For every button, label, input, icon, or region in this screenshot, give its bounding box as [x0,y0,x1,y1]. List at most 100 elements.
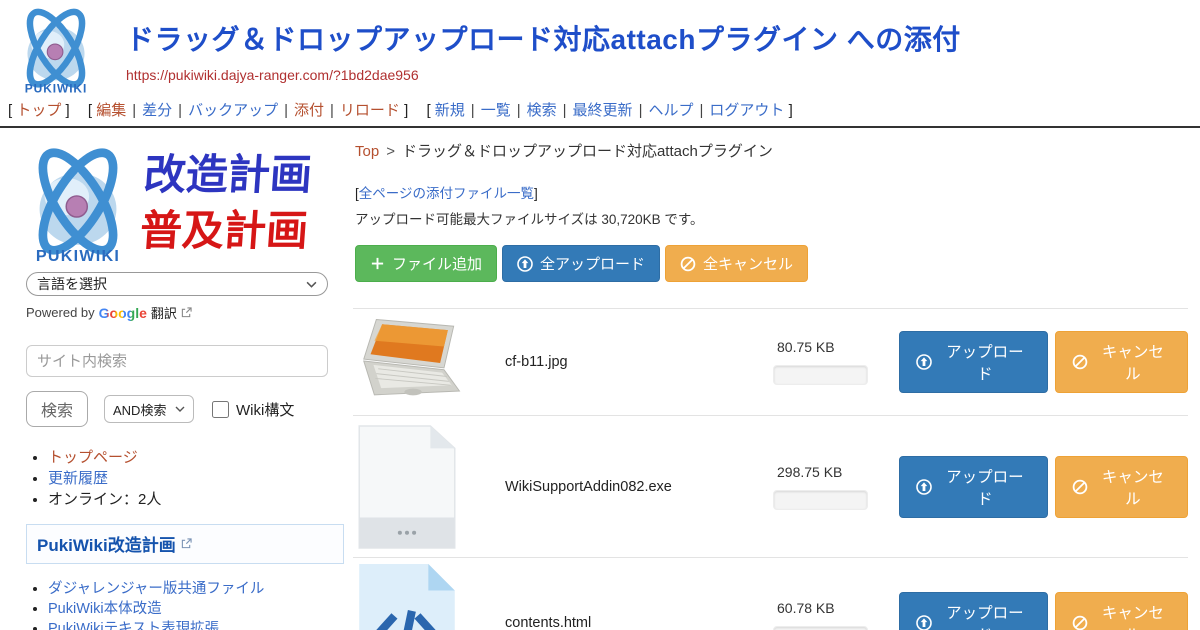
nav-item-top[interactable]: トップ [16,102,61,119]
pukiwiki-logo: PUKIWIKI [8,4,104,96]
laptop-photo-thumbnail [357,316,473,408]
nav-item-recent[interactable]: 最終更新 [573,102,633,119]
breadcrumb-current: ドラッグ＆ドロップアップロード対応attachプラグイン [402,143,773,160]
page-url-link[interactable]: https://pukiwiki.dajya-ranger.com/?1bd2d… [126,67,419,83]
sidebar-menu-top: トップページ 更新履歴 オンライン：2人 [48,447,345,510]
upload-icon [916,354,932,370]
file-row: WikiSupportAddin082.exe 298.75 KB アップロード [353,415,1188,557]
file-name: WikiSupportAddin082.exe [505,479,773,495]
file-row: cf-b11.jpg 80.75 KB アップロード [353,308,1188,415]
file-size: 298.75 KB [773,464,842,480]
site-search-input[interactable] [26,345,328,377]
breadcrumb-home[interactable]: Top [355,143,379,160]
ban-icon [1072,479,1088,495]
upload-icon [916,615,932,630]
breadcrumb: Top>ドラッグ＆ドロップアップロード対応attachプラグイン [353,140,1190,161]
svg-text:PUKIWIKI: PUKIWIKI [36,247,120,265]
list-item: ダジャレンジャー版共通ファイル [48,579,345,599]
upload-toolbar: ファイル追加 全アップロード 全キャンセル [353,245,1190,282]
slogan-line-1: 改造計画 [142,150,314,200]
file-name: cf-b11.jpg [505,354,773,370]
wiki-syntax-checkbox[interactable] [212,401,229,418]
upload-icon [916,479,932,495]
sidebar-menu-plugins: ダジャレンジャー版共通ファイル PukiWiki本体改造 PukiWikiテキス… [48,579,345,630]
nav-item-attach[interactable]: 添付 [294,102,324,119]
list-item: PukiWikiテキスト表現拡張 [48,619,345,630]
nav-item-reload[interactable]: リロード [340,102,400,119]
nav-group-site: [ 新規|一覧|検索|最終更新|ヘルプ|ログアウト ] [426,102,792,119]
upload-button[interactable]: アップロード [899,331,1048,393]
upload-file-list: cf-b11.jpg 80.75 KB アップロード [353,308,1188,630]
nav-item-new[interactable]: 新規 [435,102,465,119]
nav-group-top: [ トップ ] [8,102,70,119]
generic-file-icon [357,424,459,550]
cancel-all-button[interactable]: 全キャンセル [665,245,808,282]
code-file-icon [357,562,459,630]
ban-icon [1072,615,1088,630]
language-select[interactable]: 言語を選択 [26,272,328,296]
file-size: 80.75 KB [773,339,835,355]
nav-item-list[interactable]: 一覧 [481,102,511,119]
cancel-button[interactable]: キャンセル [1055,456,1188,518]
upload-all-button[interactable]: 全アップロード [502,245,660,282]
search-mode-value: AND検索 [113,400,166,419]
upload-icon [517,256,533,272]
max-upload-size-text: アップロード可能最大ファイルサイズは 30,720KB です。 [353,208,1190,228]
nav-item-edit[interactable]: 編集 [96,102,126,119]
file-row: contents.html 60.78 KB アップロード [353,557,1188,630]
page-header: PUKIWIKI ドラッグ＆ドロップアップロード対応attachプラグイン への… [0,0,1200,96]
upload-button[interactable]: アップロード [899,456,1048,518]
all-attachments-link[interactable]: 全ページの添付ファイル一覧 [359,186,534,201]
google-translate-attribution: Powered by Google 翻訳 [26,303,345,322]
chevron-down-icon [175,406,185,412]
external-link-icon [181,538,192,549]
cancel-button[interactable]: キャンセル [1055,592,1188,630]
sidebar-item-common-files[interactable]: ダジャレンジャー版共通ファイル [48,581,264,597]
sidebar-item-core-mod[interactable]: PukiWiki本体改造 [48,601,162,617]
cancel-button[interactable]: キャンセル [1055,331,1188,393]
language-select-value: 言語を選択 [37,274,107,294]
nav-item-logout[interactable]: ログアウト [709,102,784,119]
progress-bar [773,365,868,385]
list-item: PukiWiki本体改造 [48,599,345,619]
file-size: 60.78 KB [773,600,835,616]
google-logo: Google [99,305,147,321]
list-item: オンライン：2人 [48,489,345,510]
list-item: 更新履歴 [48,468,345,489]
top-nav: [ トップ ] [ 編集|差分|バックアップ|添付|リロード ] [ 新規|一覧… [0,96,1200,128]
progress-bar [773,490,868,510]
chevron-down-icon [306,281,317,288]
sidebar: PUKIWIKI 改造計画 普及計画 言語を選択 Powered by Goog… [0,128,345,630]
pukiwiki-logo-small: PUKIWIKI [14,142,142,266]
page-title: ドラッグ＆ドロップアップロード対応attachプラグイン への添付 [126,18,1200,58]
ban-icon [1072,354,1088,370]
list-item: トップページ [48,447,345,468]
search-button[interactable]: 検索 [26,391,88,427]
ban-icon [680,256,696,272]
sidebar-logo: PUKIWIKI 改造計画 普及計画 [14,142,345,266]
sidebar-item-top-page[interactable]: トップページ [48,449,138,466]
search-mode-select[interactable]: AND検索 [104,395,194,423]
attach-list-line: [全ページの添付ファイル一覧] [353,182,1190,202]
plus-icon [370,256,385,271]
sidebar-item-recent-changes[interactable]: 更新履歴 [48,470,108,487]
add-file-button[interactable]: ファイル追加 [355,245,497,282]
progress-bar [773,626,868,630]
nav-item-diff[interactable]: 差分 [142,102,172,119]
external-link-icon [181,307,192,318]
main-content: Top>ドラッグ＆ドロップアップロード対応attachプラグイン [全ページの添… [345,128,1200,630]
nav-group-page: [ 編集|差分|バックアップ|添付|リロード ] [88,102,408,119]
search-controls: 検索 AND検索 Wiki構文 [26,391,345,427]
pukiwiki-logo-text: PUKIWIKI [25,81,87,95]
upload-button[interactable]: アップロード [899,592,1048,630]
slogan-line-2: 普及計画 [138,206,310,256]
sidebar-item-text-extension[interactable]: PukiWikiテキスト表現拡張 [48,621,219,630]
file-name: contents.html [505,615,773,630]
sidebar-logo-slogan: 改造計画 普及計画 [138,150,313,257]
wiki-syntax-label: Wiki構文 [236,399,294,420]
nav-item-search[interactable]: 検索 [527,102,557,119]
sidebar-item-online-count: オンライン：2人 [48,491,161,508]
pukiwiki-kaizo-link[interactable]: PukiWiki改造計画 [37,531,176,556]
nav-item-help[interactable]: ヘルプ [648,102,693,119]
nav-item-backup[interactable]: バックアップ [188,102,278,119]
